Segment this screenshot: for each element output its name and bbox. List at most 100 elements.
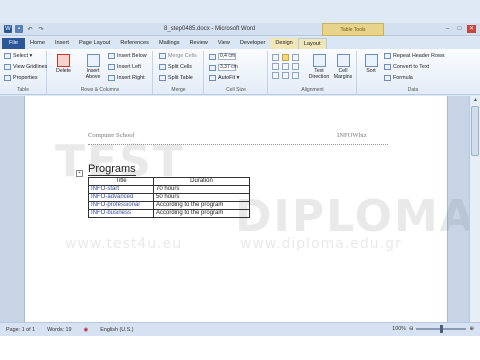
zoom-slider[interactable] bbox=[416, 325, 467, 333]
header-right-text: INFOWhiz bbox=[337, 132, 367, 139]
zoom-out-icon[interactable]: ⊖ bbox=[409, 326, 414, 332]
document-page[interactable]: TEST DIPLOMA www.test4u.eu www.diploma.e… bbox=[24, 96, 474, 322]
cell-title[interactable]: INFO-professional bbox=[88, 201, 154, 210]
align-bottom-right-button[interactable] bbox=[292, 72, 299, 79]
align-center-right-button[interactable] bbox=[292, 63, 299, 70]
proofing-icon[interactable]: ◉ bbox=[78, 327, 95, 333]
tab-design[interactable]: Design bbox=[270, 38, 298, 49]
align-center-left-button[interactable] bbox=[272, 63, 279, 70]
tab-developer[interactable]: Developer bbox=[235, 38, 271, 49]
column-width-field[interactable]: 3,37 cm bbox=[209, 64, 238, 71]
insert-right-icon bbox=[108, 75, 115, 81]
group-label-rows-columns: Rows & Columns bbox=[80, 87, 120, 93]
group-data: Sort Repeat Header Rows Convert to Text … bbox=[358, 51, 468, 94]
undo-icon[interactable]: ↶ bbox=[26, 25, 34, 33]
cell-duration[interactable]: According to the program bbox=[153, 201, 250, 210]
formula-button[interactable]: Formula bbox=[384, 75, 413, 81]
quick-access-toolbar: W ▪ ↶ ↷ bbox=[4, 25, 45, 33]
align-top-left-button[interactable] bbox=[272, 54, 279, 61]
zoom-level[interactable]: 100% bbox=[392, 326, 406, 332]
table-tools-contextual-group: Table Tools bbox=[322, 23, 384, 36]
minimize-button[interactable]: – bbox=[443, 25, 452, 33]
group-merge: Merge Cells Split Cells Split Table Merg… bbox=[154, 51, 204, 94]
properties-icon bbox=[4, 75, 11, 81]
insert-below-button[interactable]: Insert Below bbox=[108, 53, 147, 59]
programs-table[interactable]: Title Duration INFO-start 70 hours INFO-… bbox=[88, 177, 250, 218]
split-cells-icon bbox=[159, 64, 166, 70]
align-center-button[interactable] bbox=[282, 63, 289, 70]
text-direction-button[interactable]: Text Direction bbox=[309, 54, 329, 80]
group-label-table: Table bbox=[17, 87, 29, 93]
tab-review[interactable]: Review bbox=[185, 38, 213, 49]
table-row: INFO-start 70 hours bbox=[88, 185, 250, 194]
cell-title[interactable]: INFO-business bbox=[88, 209, 154, 218]
table-row: INFO-advanced 50 hours bbox=[88, 193, 250, 202]
tab-mailings[interactable]: Mailings bbox=[154, 38, 185, 49]
select-button[interactable]: Select ▾ bbox=[4, 53, 32, 59]
watermark-url-test4u: www.test4u.eu bbox=[65, 236, 183, 252]
header-cell-title[interactable]: Title bbox=[88, 177, 154, 186]
text-direction-icon bbox=[312, 54, 326, 67]
scroll-up-icon[interactable]: ▲ bbox=[470, 96, 480, 105]
insert-above-icon bbox=[86, 54, 100, 67]
split-cells-button[interactable]: Split Cells bbox=[159, 64, 192, 70]
zoom-in-icon[interactable]: ⊕ bbox=[469, 326, 474, 332]
save-icon[interactable]: ▪ bbox=[15, 25, 23, 33]
autofit-button[interactable]: AutoFit ▾ bbox=[209, 75, 239, 81]
split-table-button[interactable]: Split Table bbox=[159, 75, 193, 81]
group-label-alignment: Alignment bbox=[301, 87, 324, 93]
ribbon-tabs: File Home Insert Page Layout References … bbox=[0, 37, 480, 49]
view-gridlines-button[interactable]: View Gridlines bbox=[4, 64, 47, 70]
tab-home[interactable]: Home bbox=[25, 38, 50, 49]
cell-margins-icon bbox=[336, 54, 350, 67]
insert-left-button[interactable]: Insert Left bbox=[108, 64, 141, 70]
bottom-area bbox=[0, 336, 480, 360]
cell-duration[interactable]: 70 hours bbox=[153, 185, 250, 194]
maximize-button[interactable]: □ bbox=[455, 25, 464, 33]
cell-title[interactable]: INFO-start bbox=[88, 185, 154, 194]
tab-references[interactable]: References bbox=[115, 38, 154, 49]
align-top-right-button[interactable] bbox=[292, 54, 299, 61]
insert-above-button[interactable]: Insert Above bbox=[82, 54, 104, 80]
title-bar: W ▪ ↶ ↷ 8_step0485.docx - Microsoft Word… bbox=[0, 23, 480, 36]
insert-left-icon bbox=[108, 64, 115, 70]
tab-insert[interactable]: Insert bbox=[50, 38, 74, 49]
group-label-data: Data bbox=[407, 87, 419, 93]
cell-margins-button[interactable]: Cell Margins bbox=[332, 54, 354, 80]
align-top-center-button[interactable] bbox=[282, 54, 289, 61]
tab-layout[interactable]: Layout bbox=[297, 38, 327, 49]
heading-programs: Programs bbox=[88, 163, 136, 176]
language[interactable]: English (U.S.) bbox=[94, 327, 139, 333]
cell-duration[interactable]: According to the program bbox=[153, 209, 250, 218]
table-move-handle-icon[interactable]: + bbox=[76, 170, 83, 177]
close-button[interactable]: ✕ bbox=[467, 25, 476, 33]
merge-cells-button[interactable]: Merge Cells bbox=[159, 53, 197, 59]
cell-title[interactable]: INFO-advanced bbox=[88, 193, 154, 202]
row-height-field[interactable]: 0,4 cm bbox=[209, 53, 236, 60]
insert-right-button[interactable]: Insert Right bbox=[108, 75, 145, 81]
page-count[interactable]: Page: 1 of 1 bbox=[0, 327, 41, 333]
convert-to-text-button[interactable]: Convert to Text bbox=[384, 64, 429, 70]
word-count[interactable]: Words: 19 bbox=[41, 327, 77, 333]
properties-button[interactable]: Properties bbox=[4, 75, 38, 81]
delete-button[interactable]: Delete bbox=[56, 54, 71, 74]
align-bottom-center-button[interactable] bbox=[282, 72, 289, 79]
scroll-thumb[interactable] bbox=[471, 106, 479, 156]
table-row: INFO-professional According to the progr… bbox=[88, 201, 250, 210]
align-bottom-left-button[interactable] bbox=[272, 72, 279, 79]
tab-view[interactable]: View bbox=[213, 38, 235, 49]
sort-button[interactable]: Sort bbox=[362, 54, 380, 74]
vertical-scrollbar[interactable]: ▲ bbox=[469, 96, 480, 322]
status-bar: Page: 1 of 1 Words: 19 ◉ English (U.S.) … bbox=[0, 322, 480, 336]
tab-file[interactable]: File bbox=[2, 38, 26, 49]
repeat-header-rows-button[interactable]: Repeat Header Rows bbox=[384, 53, 445, 59]
group-alignment: Text Direction Cell Margins Alignment bbox=[269, 51, 357, 94]
word-icon[interactable]: W bbox=[4, 25, 12, 33]
redo-icon[interactable]: ↷ bbox=[37, 25, 45, 33]
alignment-grid bbox=[272, 54, 300, 79]
tab-page-layout[interactable]: Page Layout bbox=[74, 38, 115, 49]
insert-below-icon bbox=[108, 53, 115, 59]
zoom-slider-knob[interactable] bbox=[440, 325, 444, 333]
cell-duration[interactable]: 50 hours bbox=[153, 193, 250, 202]
header-cell-duration[interactable]: Duration bbox=[153, 177, 250, 186]
